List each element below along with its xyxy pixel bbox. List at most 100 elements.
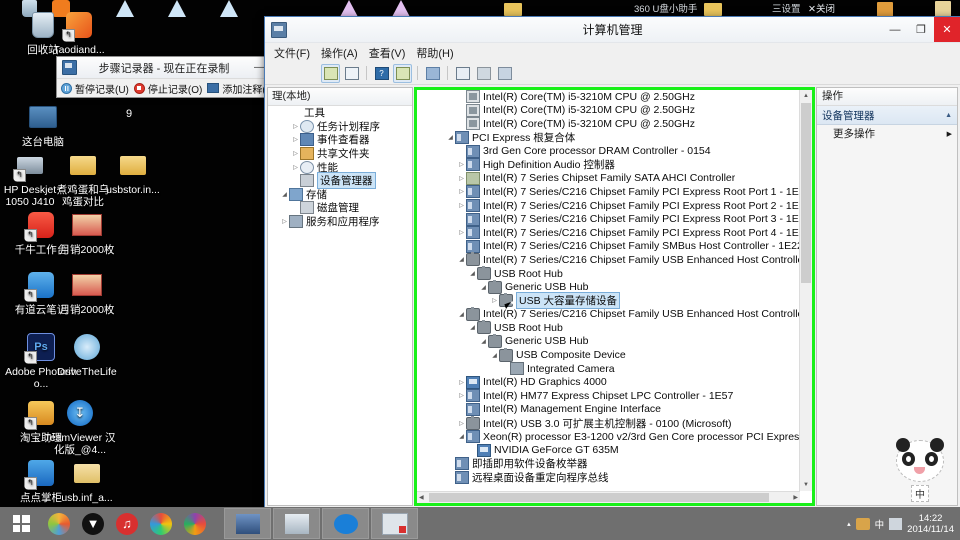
tray-network-icon[interactable]	[889, 517, 903, 530]
cm-window-controls[interactable]: — ❐ ✕	[882, 17, 960, 42]
menu-help[interactable]: 帮助(H)	[416, 45, 453, 61]
desktop-topicon-folder-4[interactable]	[930, 0, 956, 17]
collapse-toggle-icon[interactable]: ◢	[479, 284, 488, 291]
system-tray[interactable]: ▴ 中 14:22 2014/11/14	[847, 513, 960, 535]
expand-toggle-icon[interactable]: ▷	[457, 392, 466, 399]
desktop-topicon-shortcut-3[interactable]	[216, 0, 242, 17]
cm-console-tree[interactable]: 理(本地) 工具 ▷ 任务计划程序 ▷ 事件查看器 ▷ 共享文件夹 ▷ 性能 设备管理器 ◢ 存储 磁盘…	[267, 87, 413, 506]
scroll-down-icon[interactable]: ▼	[800, 479, 812, 491]
expand-toggle-icon[interactable]: ▷	[291, 123, 300, 130]
taskbar-task-steps-recorder[interactable]	[224, 508, 271, 539]
collapse-toggle-icon[interactable]: ◢	[457, 433, 466, 440]
desktop-topicon-shortcut-2[interactable]	[164, 0, 190, 17]
collapse-toggle-icon[interactable]: ◢	[490, 352, 499, 359]
tree-item[interactable]: NVIDIA GeForce GT 635M	[419, 443, 799, 457]
collapse-toggle-icon[interactable]: ◢	[468, 324, 477, 331]
desktop-icon-this-pc[interactable]: 这台电脑	[4, 100, 82, 149]
tree-item[interactable]: ◢ USB Root Hub	[419, 266, 799, 281]
scroll-thumb[interactable]	[801, 103, 811, 283]
desktop-topicon-folder-1[interactable]	[500, 0, 526, 17]
tree-item[interactable]: Intel(R) Management Engine Interface	[419, 402, 799, 417]
desktop-icon-image-1[interactable]: 月销2000枚	[48, 208, 126, 257]
back-icon[interactable]	[321, 63, 340, 83]
menu-view[interactable]: 查看(V)	[369, 45, 406, 61]
chevron-right-icon[interactable]: ▶	[947, 130, 952, 138]
properties-icon[interactable]	[393, 63, 412, 83]
tree-item[interactable]: Integrated Camera	[419, 362, 799, 376]
tree-item[interactable]: Intel(R) 7 Series/C216 Chipset Family PC…	[419, 212, 799, 226]
tree-item[interactable]: Intel(R) Core(TM) i5-3210M CPU @ 2.50GHz	[419, 117, 799, 131]
tree-item[interactable]: ▷ High Definition Audio 控制器	[419, 158, 799, 172]
tree-item[interactable]: ▷ Intel(R) 7 Series/C216 Chipset Family P…	[419, 199, 799, 213]
show-hidden-icons-icon[interactable]: ▴	[847, 520, 851, 528]
taskbar-icon-chrome[interactable]	[144, 507, 178, 540]
taskbar[interactable]: ▼ ♫ ▴ 中 14:22 2014/11/14	[0, 507, 960, 540]
tree-item[interactable]: Intel(R) 7 Series/C216 Chipset Family SM…	[419, 239, 799, 254]
tree-item[interactable]: ▷ Intel(R) 7 Series Chipset Family SATA A…	[419, 171, 799, 186]
expand-toggle-icon[interactable]: ▷	[457, 202, 466, 209]
tree-item[interactable]: ◢ Intel(R) 7 Series/C216 Chipset Family U…	[419, 252, 799, 267]
tree-item[interactable]: ▷ 共享文件夹	[268, 147, 412, 161]
cm-minimize-button[interactable]: —	[882, 17, 908, 42]
tree-item[interactable]: ◢ PCI Express 根复合体	[419, 131, 799, 145]
tree-item[interactable]: ◢ Xeon(R) processor E3-1200 v2/3rd Gen Co…	[419, 430, 799, 444]
taskbar-icon-photos[interactable]	[178, 507, 212, 540]
tree-item[interactable]: ◢ USB Composite Device	[419, 347, 799, 362]
expand-toggle-icon[interactable]: ▷	[291, 164, 300, 171]
taskbar-task-teamviewer[interactable]	[322, 508, 369, 539]
tree-item[interactable]: ◢ USB Root Hub	[419, 320, 799, 335]
tree-item[interactable]: ◢ 存储	[268, 187, 412, 202]
scan-hardware-icon[interactable]	[423, 64, 442, 83]
collapse-toggle-icon[interactable]: ◢	[457, 311, 466, 318]
tree-item[interactable]: 3rd Gen Core processor DRAM Controller -…	[419, 144, 799, 158]
scroll-right-icon[interactable]: ▶	[793, 494, 798, 501]
expand-toggle-icon[interactable]: ▷	[457, 229, 466, 236]
desktop-topicon-folder-2[interactable]	[700, 0, 726, 17]
cm-maximize-button[interactable]: ❐	[908, 17, 934, 42]
forward-icon[interactable]	[342, 64, 361, 83]
expand-toggle-icon[interactable]: ▷	[457, 175, 466, 182]
collapse-toggle-icon[interactable]: ◢	[446, 134, 455, 141]
taskbar-task-usb-tool[interactable]	[371, 508, 418, 539]
help-icon[interactable]: ?	[372, 64, 391, 83]
desktop-icon-teamviewer[interactable]: ↧ TeamViewer 汉化版_@4...	[44, 396, 116, 456]
device-manager-pane[interactable]: Intel(R) Core(TM) i5-3210M CPU @ 2.50GHz…	[414, 87, 815, 506]
cm-toolbar[interactable]: ?	[265, 62, 960, 85]
collapse-toggle-icon[interactable]: ◢	[280, 191, 289, 198]
scroll-left-icon[interactable]: ◀	[419, 494, 424, 501]
menu-file[interactable]: 文件(F)	[274, 45, 310, 61]
tray-app-icon[interactable]	[855, 517, 870, 530]
desktop-topicon-shortcut-5[interactable]	[388, 0, 414, 17]
tree-item[interactable]: ▷ 事件查看器	[268, 133, 412, 147]
tree-item[interactable]: ▷ Intel(R) 7 Series/C216 Chipset Family P…	[419, 185, 799, 199]
scroll-up-icon[interactable]: ▲	[800, 90, 812, 102]
expand-toggle-icon[interactable]: ▷	[457, 188, 466, 195]
tree-item[interactable]: Intel(R) Core(TM) i5-3210M CPU @ 2.50GHz	[419, 103, 799, 118]
scroll-thumb-h[interactable]	[429, 493, 769, 502]
tree-item[interactable]: ◢ Generic USB Hub	[419, 333, 799, 349]
desktop-icon-usb-inf[interactable]: usb.inf_a...	[48, 456, 126, 505]
desktop-icon-image-2[interactable]: 月销2000枚	[48, 268, 126, 317]
uninstall-icon[interactable]	[474, 64, 493, 83]
actions-group-device-manager[interactable]: 设备管理器 ▲	[817, 106, 957, 125]
tree-item[interactable]: Intel(R) Core(TM) i5-3210M CPU @ 2.50GHz	[419, 90, 799, 104]
actions-item-more-actions[interactable]: 更多操作 ▶	[817, 125, 957, 142]
device-tree-list[interactable]: Intel(R) Core(TM) i5-3210M CPU @ 2.50GHz…	[419, 90, 799, 484]
taskbar-icon-internet-explorer[interactable]	[42, 507, 76, 540]
device-tree-horizontal-scrollbar[interactable]: ◀ ▶	[417, 491, 800, 503]
tree-item[interactable]: ▷ Intel(R) HM77 Express Chipset LPC Contr…	[419, 389, 799, 403]
tree-item[interactable]: 远程桌面设备重定向程序总线	[419, 470, 799, 485]
ime-indicator[interactable]: 中	[875, 517, 885, 531]
tree-item[interactable]: 工具	[268, 106, 412, 120]
tree-item[interactable]: ▷ Intel(R) 7 Series/C216 Chipset Family P…	[419, 226, 799, 240]
cm-close-button[interactable]: ✕	[934, 17, 960, 42]
menu-action[interactable]: 操作(A)	[321, 45, 358, 61]
desktop-icon-usbstor[interactable]: usbstor.in...	[104, 148, 162, 197]
tree-item[interactable]: 磁盘管理	[268, 201, 412, 215]
tree-item[interactable]: 即插即用软件设备枚举器	[419, 457, 799, 471]
tree-item[interactable]: ▷ USB 大容量存储设备	[419, 292, 799, 310]
chevron-up-icon[interactable]: ▲	[945, 112, 952, 119]
taskbar-icon-netease-music[interactable]: ♫	[110, 507, 144, 540]
expand-toggle-icon[interactable]: ▷	[291, 136, 300, 143]
clock[interactable]: 14:22 2014/11/14	[907, 513, 954, 535]
